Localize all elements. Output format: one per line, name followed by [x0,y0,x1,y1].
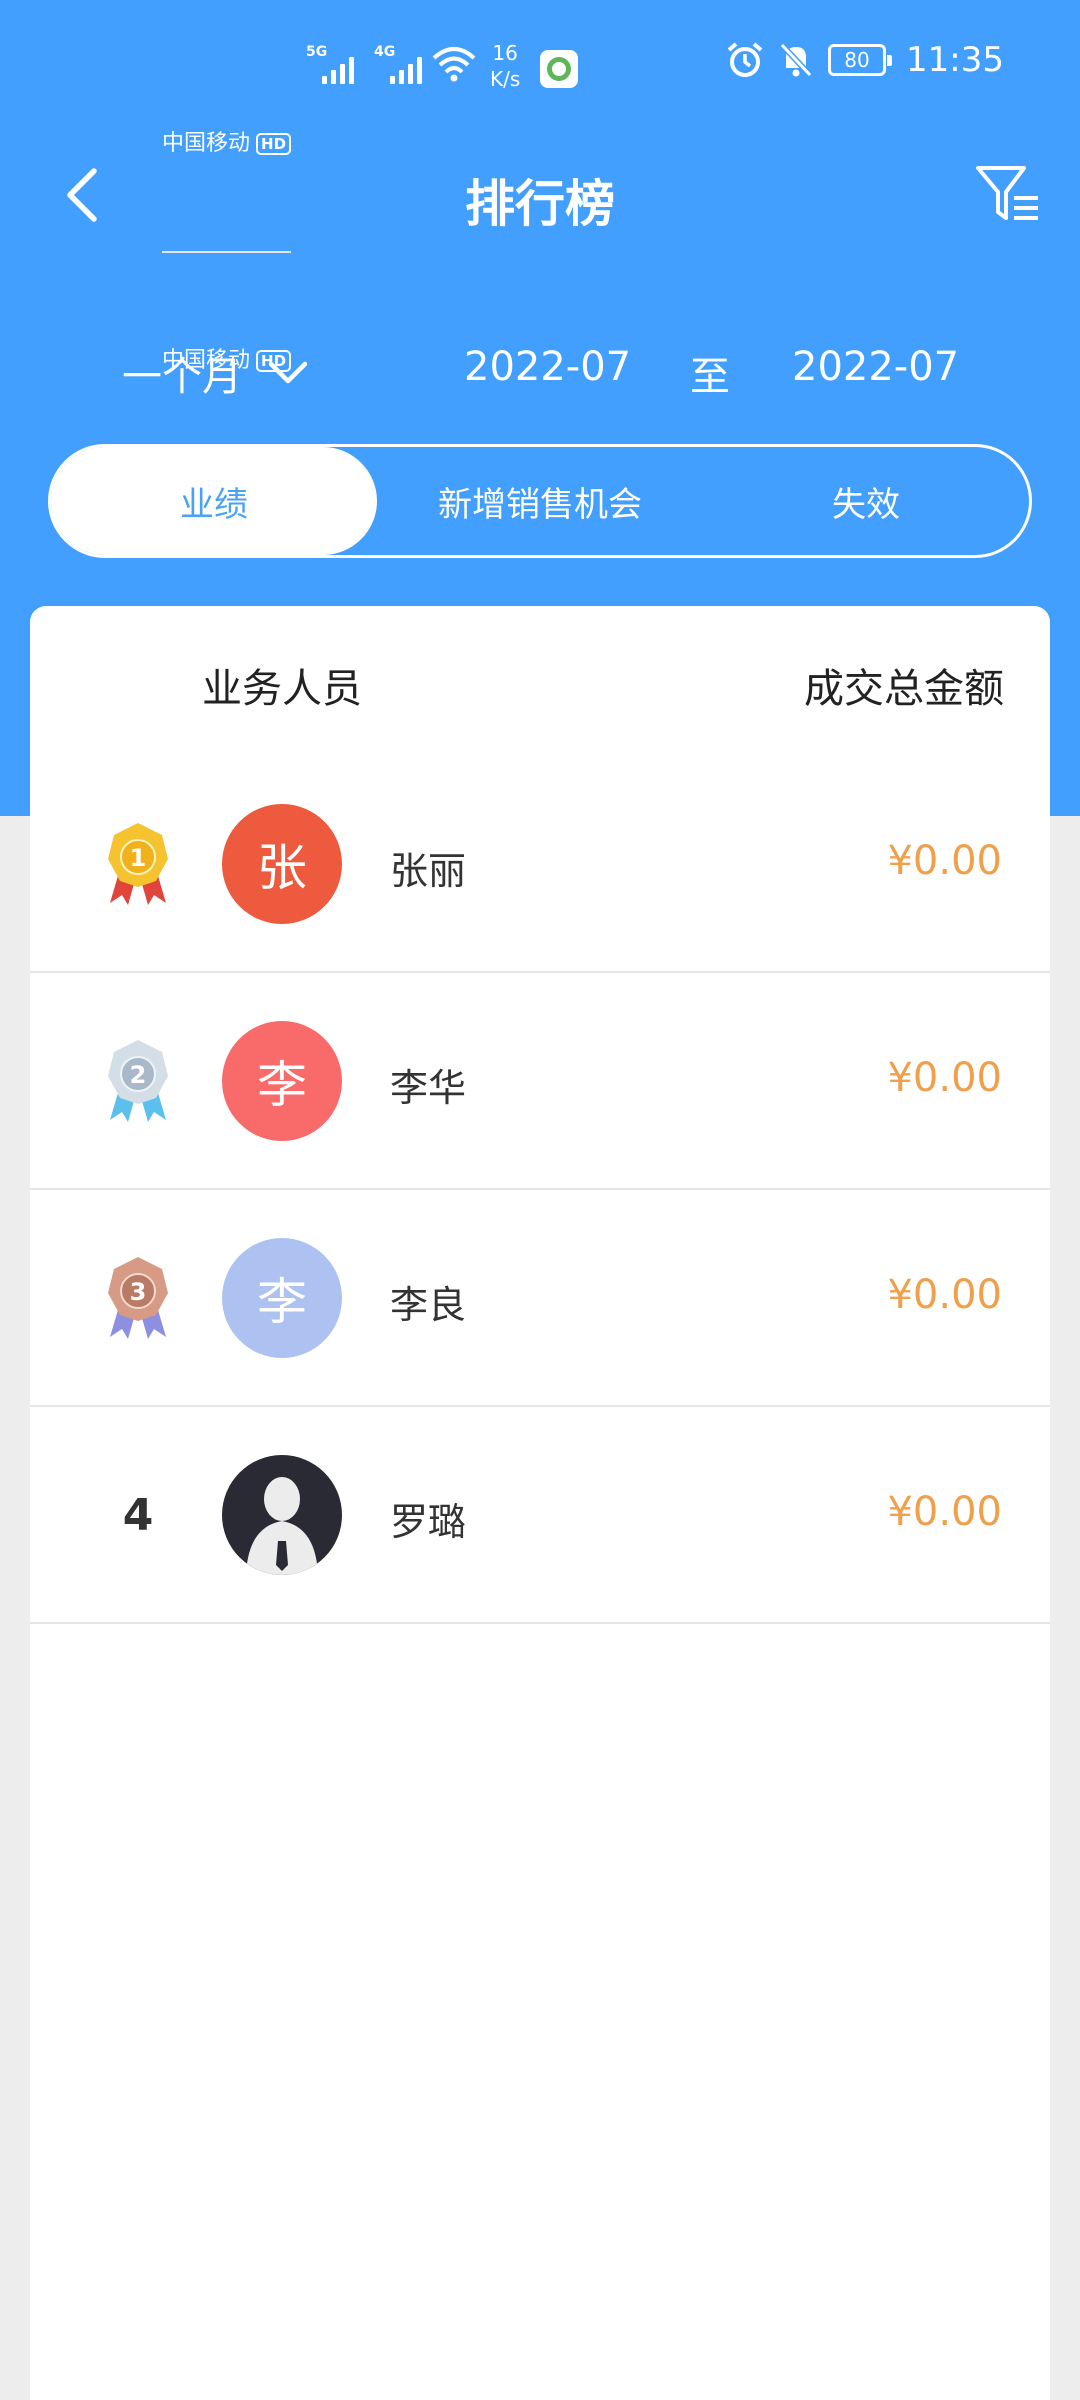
carrier-info: 中国移动 HD 中国移动 HD [162,36,292,470]
tab-invalid[interactable]: 失效 [703,447,1029,555]
network-speed: 16 K/s [490,41,521,91]
default-avatar-icon [222,1455,342,1575]
avatar: 张 [222,804,342,924]
gold-medal-icon: 1 [90,816,186,912]
ranking-row[interactable]: 4 罗璐 ¥0.00 [30,1407,1050,1624]
tab-bar: 业绩 新增销售机会 失效 [48,444,1032,558]
rank-number: 4 [122,1489,154,1541]
silver-medal-icon: 2 [90,1033,186,1129]
filter-icon[interactable] [974,162,1044,226]
date-to[interactable]: 2022-07 [792,344,959,390]
status-bar: 中国移动 HD 中国移动 HD 5G 4G 16 K/s 80 11:35 [0,0,1080,470]
tab-new-opportunities[interactable]: 新增销售机会 [377,447,703,555]
avatar: 李 [222,1021,342,1141]
ranking-card: 业务人员 成交总金额 1 张 张丽 ¥0.00 2 李 李华 ¥0.00 3 李… [30,606,1050,2400]
tab-performance[interactable]: 业绩 [51,447,377,555]
period-selector[interactable]: 一个月 [122,344,308,402]
svg-text:1: 1 [130,844,147,872]
svg-text:2: 2 [130,1061,147,1089]
list-header: 业务人员 成交总金额 [30,606,1050,756]
hd-badge: HD [256,132,292,155]
salesperson-name: 李良 [390,1283,467,1327]
mute-bell-icon [779,42,813,78]
header-total-amount: 成交总金额 [804,666,1004,712]
app-notification-icon [540,50,578,88]
signal-5g-icon: 5G [306,44,358,84]
salesperson-name: 罗璐 [390,1500,467,1544]
bronze-medal-icon: 3 [90,1250,186,1346]
total-amount: ¥0.00 [887,838,1002,884]
ranking-row[interactable]: 1 张 张丽 ¥0.00 [30,756,1050,973]
page-title: 排行榜 [465,175,615,233]
ranking-row[interactable]: 3 李 李良 ¥0.00 [30,1190,1050,1407]
header-salesperson: 业务人员 [202,666,362,712]
date-range-separator: 至 [690,354,730,400]
total-amount: ¥0.00 [887,1272,1002,1318]
total-amount: ¥0.00 [887,1489,1002,1535]
salesperson-name: 张丽 [390,849,467,893]
battery-icon: 80 [828,44,893,76]
carrier-name: 中国移动 [162,130,251,156]
ranking-row[interactable]: 2 李 李华 ¥0.00 [30,973,1050,1190]
period-label: 一个月 [122,354,242,400]
salesperson-name: 李华 [390,1066,467,1110]
wifi-icon [432,47,476,82]
avatar: 李 [222,1238,342,1358]
clock: 11:35 [906,40,1004,80]
signal-4g-icon: 4G [374,44,426,84]
date-from[interactable]: 2022-07 [464,344,631,390]
alarm-icon [727,42,763,77]
svg-text:3: 3 [130,1278,147,1306]
chevron-down-icon [268,361,308,384]
total-amount: ¥0.00 [887,1055,1002,1101]
